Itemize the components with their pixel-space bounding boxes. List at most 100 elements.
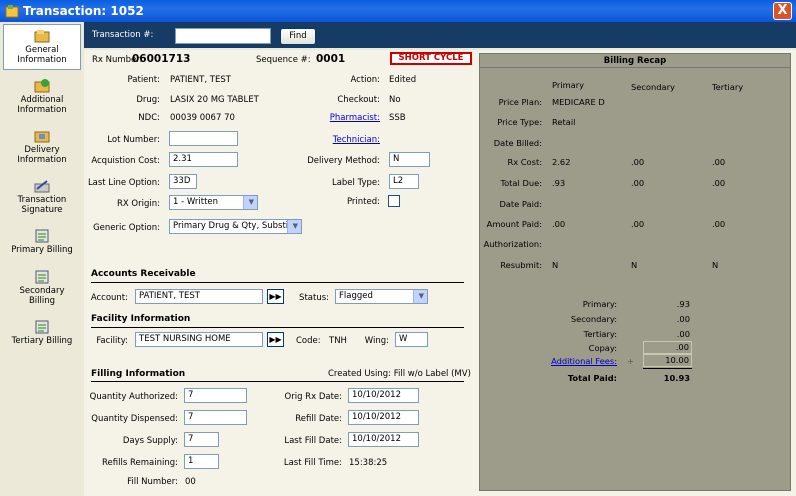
pharmacist-value: SSB (389, 113, 406, 123)
quantity-authorized-input[interactable]: 7 (184, 388, 247, 403)
printed-checkbox[interactable] (388, 195, 400, 207)
sidebar-item-label: Delivery (24, 145, 60, 155)
wing-input[interactable]: W (395, 332, 428, 347)
action-label: Action: (350, 75, 380, 85)
last-line-option-input[interactable]: 33D (169, 174, 197, 189)
chevron-down-icon: ▼ (418, 292, 424, 300)
date-billed-label: Date Billed: (493, 138, 542, 148)
sidebar-item-additional-information[interactable]: Additional Information (3, 75, 81, 121)
sum-primary-label: Primary: (582, 299, 617, 309)
total-due-label: Total Due: (500, 178, 542, 188)
rx-origin-select[interactable]: 1 - Written ▼ (169, 195, 258, 210)
sidebar-item-tertiary-billing[interactable]: Tertiary Billing (3, 316, 81, 352)
wing-label: Wing: (364, 336, 389, 346)
label-type-label: Label Type: (331, 178, 380, 188)
chevron-down-icon: ▼ (248, 198, 254, 206)
main-panel: Transaction #: Find Rx Number: 06001713 … (84, 22, 796, 496)
delivery-method-input[interactable]: N (389, 152, 430, 167)
billing-recap-heading: Billing Recap (480, 54, 790, 68)
sum-primary-value: .93 (676, 299, 690, 309)
divider (91, 327, 464, 328)
status-select[interactable]: Flagged ▼ (335, 289, 428, 304)
price-plan-value: MEDICARE D (552, 97, 605, 107)
printed-label: Printed: (346, 197, 380, 207)
quantity-dispensed-label: Quantity Dispensed: (91, 414, 178, 424)
generic-option-select[interactable]: Primary Drug & Qty, Substit ▼ (169, 219, 302, 234)
ndc-label: NDC: (138, 113, 160, 123)
sidebar-item-secondary-billing[interactable]: Secondary Billing (3, 266, 81, 312)
resubmit-label: Resubmit: (500, 260, 542, 270)
label-type-input[interactable]: L2 (389, 174, 419, 189)
sidebar-item-label: Transaction (17, 195, 67, 205)
chevron-down-icon: ▼ (292, 222, 298, 230)
quantity-dispensed-input[interactable]: 7 (184, 410, 247, 425)
search-strip: Transaction #: Find (84, 22, 796, 48)
refills-remaining-label: Refills Remaining: (102, 458, 178, 468)
filling-information-heading: Filling Information (91, 369, 186, 379)
facility-input[interactable]: TEST NURSING HOME (135, 332, 263, 347)
divider (91, 282, 464, 283)
status-label: Status: (299, 293, 329, 303)
billing-recap-panel: Billing Recap Primary Secondary Tertiary… (479, 53, 791, 491)
days-supply-label: Days Supply: (122, 436, 178, 446)
action-value: Edited (389, 75, 417, 85)
folder-icon (34, 30, 50, 43)
sidebar-item-label: Information (17, 105, 67, 115)
rx-cost-tertiary: .00 (712, 157, 726, 167)
sidebar-item-label: Billing (28, 296, 56, 306)
fill-number-value: 00 (185, 477, 196, 487)
last-line-option-label: Last Line Option: (87, 178, 160, 188)
find-button[interactable]: Find (280, 28, 316, 45)
lot-number-input[interactable] (169, 131, 238, 146)
billing-icon (35, 229, 49, 243)
total-divider (643, 368, 692, 369)
days-supply-input[interactable]: 7 (184, 432, 219, 447)
total-due-primary: .93 (552, 178, 566, 188)
sidebar-item-label: Signature (21, 205, 63, 215)
sidebar-item-label: Tertiary Billing (11, 336, 73, 346)
app-icon (5, 5, 19, 18)
close-button[interactable]: X (773, 2, 792, 20)
date-paid-label: Date Paid: (499, 199, 542, 209)
total-paid-value: 10.93 (663, 373, 690, 383)
secondary-column-header: Secondary (631, 82, 675, 92)
status-value: Flagged (339, 291, 373, 301)
sequence-label: Sequence #: (256, 55, 311, 65)
price-plan-label: Price Plan: (498, 97, 542, 107)
fill-number-label: Fill Number: (127, 477, 178, 487)
rx-origin-label: RX Origin: (117, 199, 160, 209)
last-fill-date-label: Last Fill Date: (284, 436, 342, 446)
additional-fees-field: 10.00 (643, 354, 692, 367)
pharmacist-link[interactable]: Pharmacist: (304, 113, 380, 123)
delivery-icon (34, 131, 50, 143)
additional-fees-link[interactable]: Additional Fees: (520, 356, 617, 366)
sidebar-item-general-information[interactable]: General Information (3, 24, 81, 70)
window-title: Transaction: 1052 (23, 4, 144, 18)
last-fill-time-label: Last Fill Time: (283, 458, 342, 468)
account-input[interactable]: PATIENT, TEST (135, 289, 263, 304)
tertiary-column-header: Tertiary (712, 82, 744, 92)
accounts-receivable-heading: Accounts Receivable (91, 269, 196, 279)
sidebar-item-transaction-signature[interactable]: Transaction Signature (3, 175, 81, 221)
checkout-value: No (389, 95, 401, 105)
account-lookup-button[interactable]: ▶▶ (267, 289, 284, 304)
technician-link[interactable]: Technician: (304, 135, 380, 145)
refill-date-input[interactable]: 10/10/2012 (348, 410, 419, 425)
amount-paid-primary: .00 (552, 219, 566, 229)
last-fill-date-input[interactable]: 10/10/2012 (348, 432, 419, 447)
acquisition-cost-input[interactable]: 2.31 (169, 152, 238, 167)
sidebar-item-label: Information (17, 155, 67, 165)
resubmit-secondary: N (631, 260, 638, 270)
generic-option-value: Primary Drug & Qty, Substit (173, 221, 292, 231)
orig-rx-date-input[interactable]: 10/10/2012 (348, 388, 419, 403)
transaction-number-input[interactable] (175, 28, 271, 44)
billing-icon (35, 320, 49, 334)
sidebar-item-primary-billing[interactable]: Primary Billing (3, 225, 81, 261)
created-using-text: Created Using: Fill w/o Label (MV) (328, 369, 471, 379)
sidebar-item-delivery-information[interactable]: Delivery Information (3, 125, 81, 171)
drug-value: LASIX 20 MG TABLET (170, 95, 259, 105)
acquisition-cost-label: Acquistion Cost: (91, 156, 160, 166)
refills-remaining-input[interactable]: 1 (184, 454, 219, 469)
account-label: Account: (90, 293, 128, 303)
facility-lookup-button[interactable]: ▶▶ (267, 332, 284, 347)
